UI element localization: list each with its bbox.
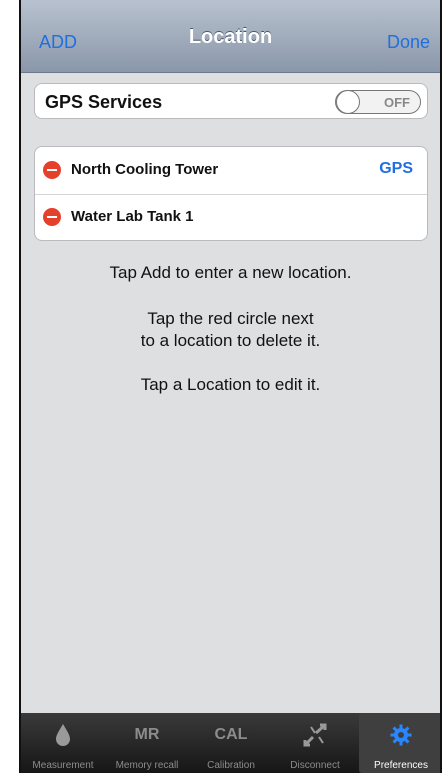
tab-calibration[interactable]: CAL Calibration (189, 713, 273, 773)
tab-label: Memory recall (115, 760, 179, 771)
location-row[interactable]: Water Lab Tank 1 (35, 194, 427, 241)
phone-screen: ADD Location Done GPS Services OFF North… (19, 0, 442, 773)
toggle-state-label: OFF (384, 95, 410, 110)
help-text-edit: Tap a Location to edit it. (140, 375, 321, 394)
delete-circle-icon[interactable] (43, 161, 61, 179)
location-row[interactable]: North Cooling Tower GPS (35, 147, 427, 195)
tab-label: Calibration (207, 760, 255, 771)
tab-memory-recall[interactable]: MR Memory recall (105, 713, 189, 773)
gps-badge: GPS (379, 160, 413, 177)
help-text-delete-line2: to a location to delete it. (140, 331, 321, 350)
location-name: Water Lab Tank 1 (71, 208, 194, 225)
gear-icon (359, 723, 440, 747)
navigation-bar: ADD Location Done (21, 0, 440, 73)
tab-bar: Measurement MR Memory recall CAL Calibra… (21, 713, 440, 773)
help-text-add: Tap Add to enter a new location. (109, 263, 352, 282)
gps-services-label: GPS Services (45, 92, 163, 112)
tab-preferences[interactable]: Preferences (359, 713, 440, 773)
mr-icon: MR (134, 726, 160, 743)
toggle-knob (336, 90, 360, 114)
tab-disconnect[interactable]: Disconnect (273, 713, 357, 773)
tab-label: Preferences (374, 760, 428, 771)
gps-services-row: GPS Services OFF (34, 83, 428, 119)
help-text-delete-line1: Tap the red circle next (147, 309, 314, 328)
disconnect-icon (273, 723, 357, 747)
page-title: Location (188, 26, 273, 48)
delete-circle-icon[interactable] (43, 208, 61, 226)
cal-icon: CAL (214, 726, 248, 743)
tab-label: Disconnect (290, 760, 340, 771)
tab-measurement[interactable]: Measurement (21, 713, 105, 773)
location-list: North Cooling Tower GPS Water Lab Tank 1 (34, 146, 428, 241)
droplet-icon (21, 723, 105, 747)
done-button[interactable]: Done (387, 32, 430, 53)
location-name: North Cooling Tower (71, 161, 219, 178)
gps-toggle[interactable]: OFF (335, 90, 421, 114)
tab-label: Measurement (32, 760, 94, 771)
